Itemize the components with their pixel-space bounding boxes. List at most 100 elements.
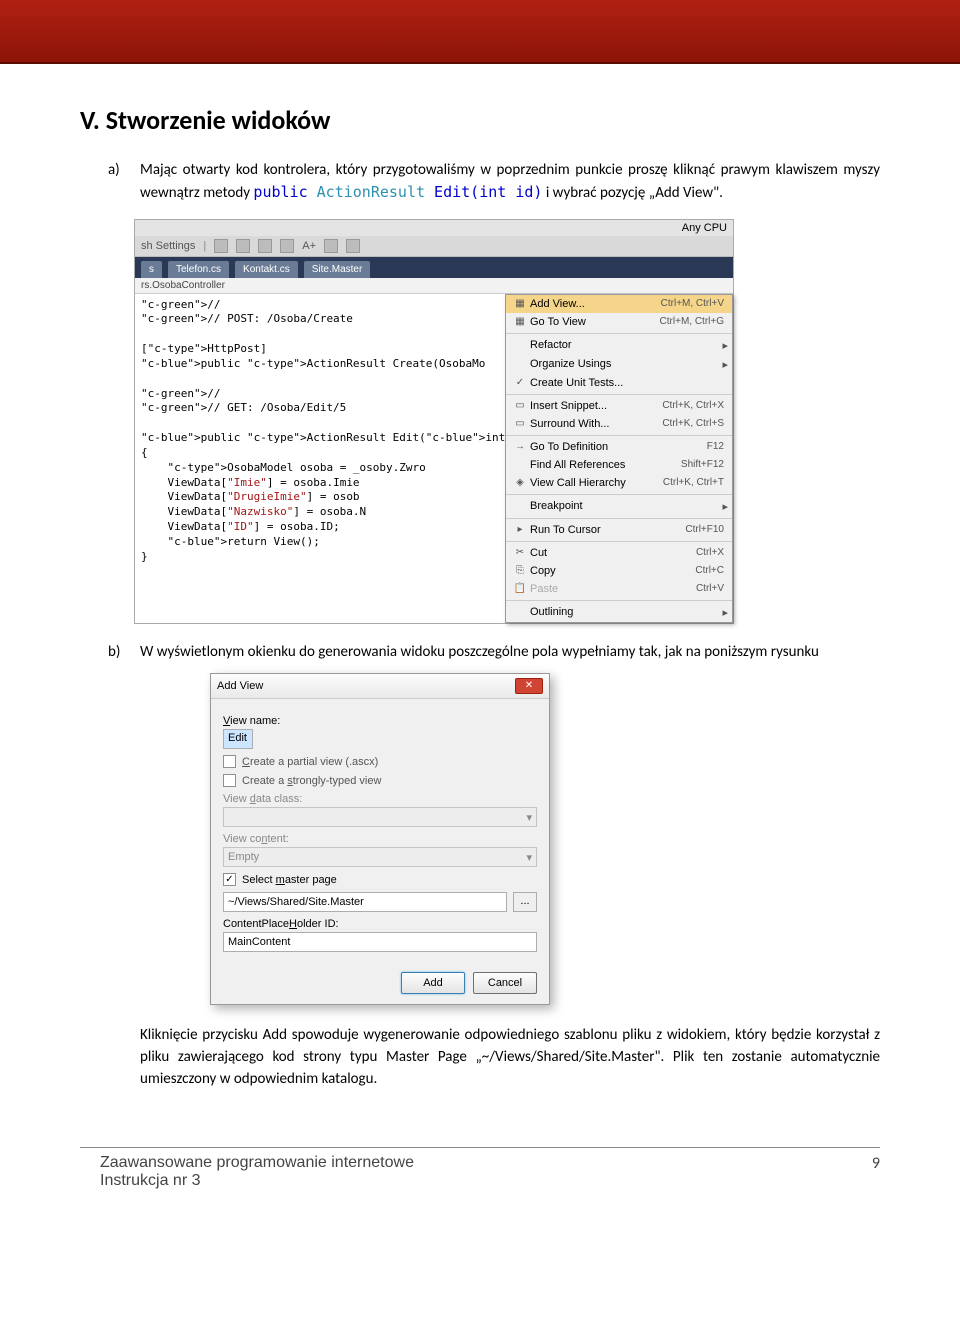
toolbar-button[interactable] [236,239,250,253]
menu-icon: ▭ [510,400,530,411]
chevron-right-icon: ▸ [722,358,728,371]
menu-item[interactable]: ✂CutCtrl+X [506,544,732,562]
vs-screenshot: Any CPU sh Settings | A+ s Telefon.cs Ko… [134,219,734,624]
strongly-typed-checkbox[interactable]: Create a strongly-typed view [223,774,537,787]
checkbox-label: Create a partial view (.ascx) [242,756,378,768]
menu-item[interactable]: Outlining▸ [506,603,732,622]
add-button[interactable]: Add [401,972,465,994]
menu-icon: ⎘ [510,565,530,576]
toolbar-button[interactable] [280,239,294,253]
editor-tab[interactable]: Kontakt.cs [235,261,298,278]
toolbar-label: sh Settings [141,240,195,252]
paragraph: Kliknięcie przycisku Add spowoduje wygen… [108,1025,880,1090]
menu-icon: ✂ [510,547,530,558]
code-type: ActionResult [308,183,425,201]
document-header-bar [0,0,960,64]
dialog-titlebar: Add View ✕ [211,674,549,699]
menu-shortcut: Ctrl+K, Ctrl+X [662,400,728,411]
toolbar-button[interactable] [324,239,338,253]
partial-checkbox[interactable]: Create a partial view (.ascx) [223,755,537,768]
cancel-button[interactable]: Cancel [473,972,537,994]
menu-icon: ◈ [510,477,530,488]
view-content-select: Empty▾ [223,847,537,867]
vs-toolbar: sh Settings | A+ [135,236,733,257]
chevron-right-icon: ▸ [722,339,728,352]
menu-item[interactable]: ⎘CopyCtrl+C [506,562,732,580]
menu-label: Outlining [530,606,722,618]
menu-label: Find All References [530,459,681,471]
menu-item[interactable]: ▦Add View...Ctrl+M, Ctrl+V [506,295,732,313]
menu-label: Breakpoint [530,500,722,512]
cph-input[interactable] [223,932,537,952]
editor-tab[interactable]: s [141,261,162,278]
menu-item[interactable]: ▦Go To ViewCtrl+M, Ctrl+G [506,313,732,331]
menu-label: Paste [530,583,696,595]
chevron-down-icon: ▾ [526,811,532,824]
add-view-dialog: Add View ✕ View name: Edit Create a part… [210,673,550,1005]
editor-tab[interactable]: Telefon.cs [168,261,229,278]
field-label: ContentPlaceHolder ID: [223,918,537,930]
menu-label: Organize Usings [530,358,722,370]
menu-label: Insert Snippet... [530,400,662,412]
code: id) [506,183,542,201]
toolbar-button[interactable] [346,239,360,253]
menu-item[interactable]: ▭Insert Snippet...Ctrl+K, Ctrl+X [506,397,732,415]
chevron-right-icon: ▸ [722,500,728,513]
menu-icon: ▸ [510,524,530,535]
footer-line1: Zaawansowane programowanie internetowe [100,1154,414,1172]
menu-item[interactable]: Find All ReferencesShift+F12 [506,456,732,474]
toolbar-text: A+ [302,240,316,252]
page-footer: Zaawansowane programowanie internetowe I… [0,1154,960,1220]
checkbox-label: Select master page [242,874,337,886]
breadcrumb: rs.OsobaController [135,278,733,294]
editor-tab[interactable]: Site.Master [304,261,371,278]
ordered-list: a) Mając otwarty kod kontrolera, który p… [108,160,880,205]
list-text: W wyświetlonym okienku do generowania wi… [140,642,880,664]
menu-item[interactable]: ▸Run To CursorCtrl+F10 [506,521,732,539]
menu-item[interactable]: Refactor▸ [506,336,732,355]
close-button[interactable]: ✕ [515,678,543,694]
checkbox-icon [223,755,236,768]
menu-icon: ✓ [510,377,530,388]
menu-shortcut: Shift+F12 [681,459,728,470]
menu-label: Cut [530,547,696,559]
menu-item[interactable]: →Go To DefinitionF12 [506,438,732,456]
menu-item[interactable]: ◈View Call HierarchyCtrl+K, Ctrl+T [506,474,732,492]
menu-shortcut: Ctrl+X [696,547,728,558]
list-text: Mając otwarty kod kontrolera, który przy… [140,160,880,205]
menu-icon: ▦ [510,298,530,309]
code-keyword: int [479,183,506,201]
page-number: 9 [872,1154,880,1190]
browse-button[interactable]: ... [513,892,537,912]
menu-item[interactable]: ✓Create Unit Tests... [506,374,732,392]
menu-shortcut: Ctrl+C [695,565,728,576]
list-marker: a) [108,160,126,205]
menu-label: Refactor [530,339,722,351]
menu-label: Create Unit Tests... [530,377,728,389]
chevron-right-icon: ▸ [722,606,728,619]
menu-label: Add View... [530,298,661,310]
data-class-select: ▾ [223,807,537,827]
menu-item[interactable]: Breakpoint▸ [506,497,732,516]
footer-divider [80,1147,880,1148]
checkbox-label: Create a strongly-typed view [242,775,381,787]
code-editor[interactable]: "c-green">// "c-green">// POST: /Osoba/C… [135,294,505,623]
toolbar-button[interactable] [258,239,272,253]
menu-shortcut: Ctrl+M, Ctrl+V [661,298,728,309]
master-path-input[interactable] [223,892,507,912]
menu-shortcut: Ctrl+F10 [685,524,728,535]
menu-item[interactable]: ▭Surround With...Ctrl+K, Ctrl+S [506,415,732,433]
checkbox-icon [223,774,236,787]
menu-label: Surround With... [530,418,662,430]
toolbar-button[interactable] [214,239,228,253]
menu-icon: 📋 [510,583,530,594]
menu-label: View Call Hierarchy [530,477,663,489]
field-label: View content: [223,833,537,845]
view-name-input[interactable]: Edit [223,729,253,749]
master-page-checkbox[interactable]: ✓ Select master page [223,873,537,886]
text: i wybrać pozycję „Add View". [542,184,722,202]
menu-icon: ▦ [510,316,530,327]
section-heading: V. Stworzenie widoków [80,104,880,136]
menu-item[interactable]: Organize Usings▸ [506,355,732,374]
list-marker: b) [108,642,126,664]
